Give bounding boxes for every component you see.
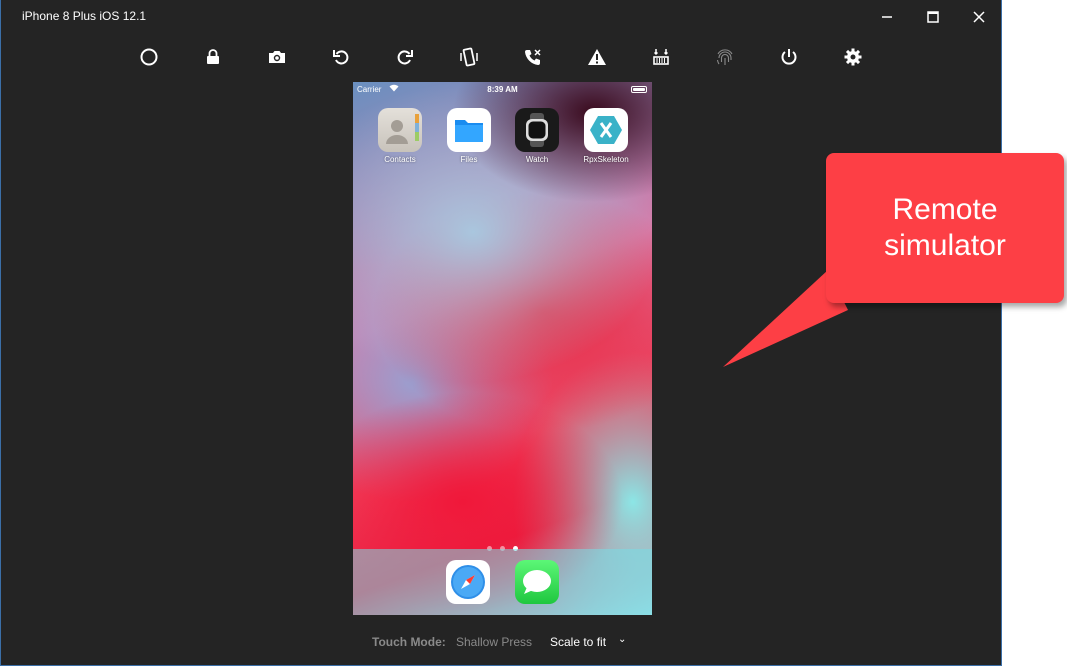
power-icon — [781, 49, 797, 65]
gear-icon — [844, 48, 862, 66]
callout-line-2: simulator — [884, 229, 1006, 262]
phone-screen[interactable]: Carrier 8:39 AM Contacts Files Watch Rpx… — [353, 82, 652, 615]
title-bar: iPhone 8 Plus iOS 12.1 — [1, 0, 1002, 34]
home-button[interactable] — [132, 40, 166, 74]
app-watch[interactable]: Watch — [502, 108, 572, 164]
chevron-down-icon[interactable]: ⌄ — [618, 634, 626, 645]
rotate-left-button[interactable] — [324, 40, 358, 74]
touch-mode-label: Touch Mode: — [372, 635, 446, 649]
app-label: Files — [460, 155, 478, 164]
phone-call-icon — [525, 49, 541, 65]
watch-icon — [515, 108, 559, 152]
bottom-bar: Touch Mode: Shallow Press Scale to fit ⌄ — [1, 634, 1002, 650]
touch-id-button[interactable] — [708, 40, 742, 74]
files-icon — [447, 108, 491, 152]
minimize-icon — [882, 16, 892, 18]
app-files[interactable]: Files — [434, 108, 504, 164]
shake-icon — [460, 47, 478, 67]
close-icon — [973, 11, 985, 23]
shake-button[interactable] — [452, 40, 486, 74]
rotate-left-icon — [333, 50, 349, 65]
lock-icon — [207, 49, 219, 64]
callout-line-1: Remote — [892, 193, 998, 226]
app-label: Watch — [525, 155, 549, 164]
location-button[interactable] — [644, 40, 678, 74]
lock-button[interactable] — [196, 40, 230, 74]
fingerprint-icon — [716, 49, 733, 65]
rotate-right-icon — [397, 50, 413, 65]
circle-icon — [140, 48, 158, 66]
safari-icon[interactable] — [446, 560, 490, 604]
maximize-icon — [927, 11, 939, 23]
maximize-button[interactable] — [910, 0, 956, 34]
app-contacts[interactable]: Contacts — [365, 108, 435, 164]
ios-status-bar: Carrier 8:39 AM — [353, 82, 652, 98]
rotate-right-button[interactable] — [388, 40, 422, 74]
contacts-icon — [378, 108, 422, 152]
app-label: RpxSkeleton — [583, 155, 629, 164]
messages-icon[interactable] — [515, 560, 559, 604]
touch-mode-value[interactable]: Shallow Press — [456, 635, 532, 649]
close-button[interactable] — [956, 0, 1002, 34]
ios-dock — [353, 549, 652, 615]
window-title: iPhone 8 Plus iOS 12.1 — [22, 9, 147, 23]
app-rpxskeleton[interactable]: RpxSkeleton — [571, 108, 641, 164]
callout-box: Remote simulator — [826, 153, 1064, 303]
power-button[interactable] — [772, 40, 806, 74]
location-icon — [653, 49, 669, 65]
scale-dropdown[interactable]: Scale to fit — [550, 635, 606, 649]
app-label: Contacts — [384, 155, 416, 164]
call-button[interactable] — [516, 40, 550, 74]
minimize-button[interactable] — [864, 0, 910, 34]
screenshot-button[interactable] — [260, 40, 294, 74]
battery-icon — [631, 86, 647, 93]
camera-icon — [269, 51, 285, 63]
settings-button[interactable] — [836, 40, 870, 74]
warning-button[interactable] — [580, 40, 614, 74]
status-time: 8:39 AM — [487, 85, 518, 94]
xamarin-icon — [584, 108, 628, 152]
simulator-toolbar — [1, 40, 1002, 74]
warning-icon — [588, 49, 606, 65]
